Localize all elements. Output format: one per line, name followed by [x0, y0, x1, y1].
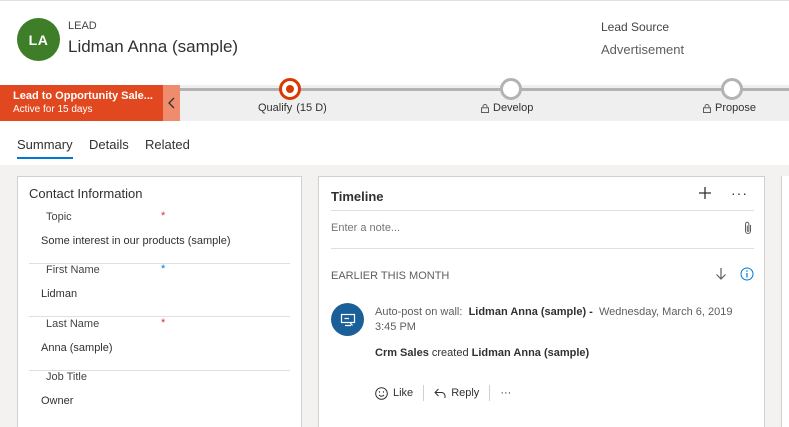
- section-title: Contact Information: [29, 186, 143, 201]
- required-indicator: *: [161, 210, 166, 222]
- field-job-title[interactable]: Job Title Owner: [29, 371, 290, 424]
- stage-develop-dot[interactable]: [500, 78, 522, 100]
- field-topic[interactable]: Topic * Some interest in our products (s…: [29, 210, 290, 264]
- reply-label: Reply: [451, 387, 480, 399]
- process-duration: Active for 15 days: [13, 104, 93, 115]
- required-indicator: *: [161, 317, 166, 329]
- entity-type-label: LEAD: [68, 20, 97, 32]
- info-icon[interactable]: [740, 267, 754, 281]
- reply-icon: [434, 388, 446, 398]
- form-tabs: Summary Details Related: [0, 121, 789, 165]
- process-flag[interactable]: Lead to Opportunity Sale... Active for 1…: [0, 85, 163, 121]
- process-track: [180, 88, 789, 91]
- field-label: Job Title: [46, 371, 87, 383]
- like-label: Like: [393, 387, 414, 399]
- timeline-title: Timeline: [331, 189, 384, 204]
- field-label: Last Name: [46, 318, 100, 330]
- required-indicator: *: [161, 263, 166, 275]
- divider: [489, 385, 491, 401]
- divider: [331, 248, 754, 249]
- collapse-process-button[interactable]: [163, 85, 180, 121]
- record-header: LA LEAD Lidman Anna (sample) Lead Source…: [0, 0, 789, 85]
- chevron-left-icon: [168, 97, 175, 109]
- like-button[interactable]: Like: [375, 386, 423, 400]
- field-value[interactable]: Owner: [41, 395, 73, 407]
- tab-related[interactable]: Related: [145, 137, 190, 152]
- post-subject[interactable]: Lidman Anna (sample) -: [469, 306, 593, 318]
- post-avatar: [331, 303, 364, 336]
- post-verb: created: [431, 347, 469, 359]
- field-last-name[interactable]: Last Name * Anna (sample): [29, 317, 290, 371]
- paperclip-icon[interactable]: [743, 221, 753, 235]
- field-label: First Name: [46, 264, 100, 276]
- business-process-bar: Lead to Opportunity Sale... Active for 1…: [0, 78, 789, 121]
- divider: [423, 385, 425, 401]
- post-actions: Like Reply ···: [375, 385, 521, 401]
- next-section-edge: [781, 176, 789, 427]
- lock-icon: [703, 103, 711, 113]
- stage-qualify-dot[interactable]: [279, 78, 301, 100]
- process-name: Lead to Opportunity Sale...: [13, 90, 153, 102]
- field-value[interactable]: Anna (sample): [41, 342, 113, 354]
- tab-summary[interactable]: Summary: [17, 137, 73, 159]
- tab-details[interactable]: Details: [89, 137, 129, 152]
- stage-propose-label: Propose: [715, 102, 756, 114]
- post-object[interactable]: Lidman Anna (sample): [472, 347, 590, 359]
- post-body: Crm Sales created Lidman Anna (sample): [375, 347, 589, 359]
- arrow-down-icon[interactable]: [715, 267, 727, 281]
- record-title: Lidman Anna (sample): [68, 37, 239, 56]
- contact-information-section: Contact Information Topic * Some interes…: [17, 176, 302, 427]
- lock-icon: [481, 103, 489, 113]
- reply-button[interactable]: Reply: [434, 387, 489, 399]
- stage-qualify-duration: (15 D): [296, 102, 327, 114]
- more-options-button[interactable]: ···: [731, 185, 748, 201]
- post-prefix: Auto-post on wall:: [375, 306, 463, 318]
- lead-source-value[interactable]: Advertisement: [601, 42, 684, 57]
- plus-icon[interactable]: [697, 185, 713, 201]
- smiley-icon: [375, 386, 388, 400]
- post-header: Auto-post on wall: Lidman Anna (sample) …: [375, 305, 755, 335]
- post-author[interactable]: Crm Sales: [375, 347, 429, 359]
- field-value[interactable]: Lidman: [41, 288, 77, 300]
- auto-post-icon: [340, 313, 355, 326]
- note-input[interactable]: [331, 222, 731, 234]
- record-avatar: LA: [17, 18, 60, 61]
- field-value[interactable]: Some interest in our products (sample): [41, 235, 231, 247]
- lead-source-label: Lead Source: [601, 20, 670, 34]
- stage-qualify-label: Qualify: [258, 102, 293, 114]
- divider: [331, 210, 754, 211]
- field-first-name[interactable]: First Name * Lidman: [29, 263, 290, 317]
- stage-develop-label: Develop: [493, 102, 534, 114]
- timeline-group-heading: EARLIER THIS MONTH: [331, 270, 450, 282]
- field-label: Topic: [46, 211, 72, 223]
- stage-propose-dot[interactable]: [721, 78, 743, 100]
- timeline-section: Timeline ··· EARLIER THIS MONTH Auto-pos…: [318, 176, 765, 427]
- post-more-button[interactable]: ···: [500, 387, 521, 399]
